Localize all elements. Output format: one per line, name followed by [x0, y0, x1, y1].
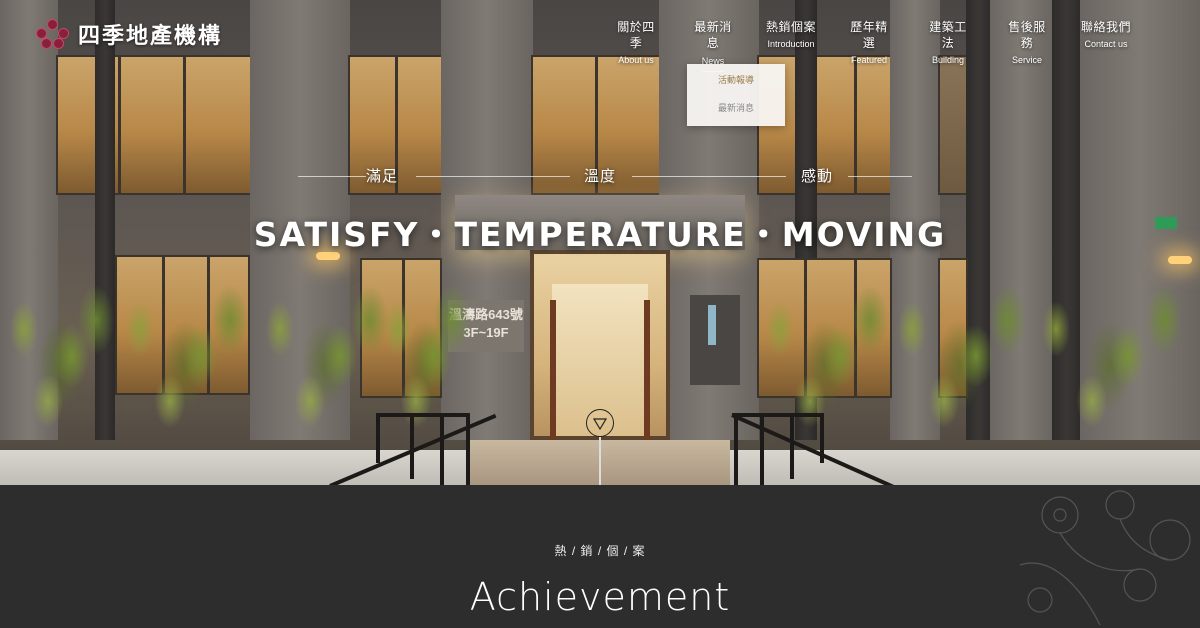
achievement-section: 熱 / 銷 / 個 / 案 Achievement	[0, 485, 1200, 628]
nav-item-sublabel: Service	[1011, 55, 1042, 65]
nav-item-label: 關於四季	[617, 20, 655, 50]
hero-headline: SATISFY・TEMPERATURE・MOVING	[253, 215, 947, 254]
railing-post	[466, 413, 470, 485]
news-dropdown-menu: 活動報導 最新消息	[687, 64, 785, 126]
railing-post	[410, 413, 414, 479]
nav-item-sublabel: Building	[931, 55, 965, 65]
tagline-temperature: 溫度	[583, 168, 616, 185]
tagline-divider	[632, 176, 786, 177]
tagline-divider	[848, 176, 912, 177]
nav-item-contact[interactable]: 聯絡我們 Contact us	[1080, 19, 1132, 51]
dropdown-item-events[interactable]: 活動報導	[687, 66, 785, 94]
nav-item-sublabel: Contact us	[1084, 39, 1128, 49]
tagline-divider	[416, 176, 570, 177]
nav-item-introduction[interactable]: 熱銷個案 Introduction	[764, 19, 818, 51]
bamboo-planting	[380, 275, 470, 455]
railing-post	[790, 413, 794, 479]
nav-item-building[interactable]: 建築工法 Building	[924, 19, 972, 67]
wall-lamp	[1168, 256, 1192, 264]
tagline-satisfy: 滿足	[365, 168, 398, 185]
nav-item-label: 歷年精選	[850, 20, 888, 50]
nav-item-label: 建築工法	[929, 20, 967, 50]
nav-item-about[interactable]: 關於四季 About us	[612, 19, 660, 67]
facade-window	[938, 55, 968, 195]
nav-item-service[interactable]: 售後服務 Service	[1003, 19, 1051, 67]
main-nav: 關於四季 About us 最新消息 News 熱銷個案 Introductio…	[0, 19, 1200, 72]
ramp-railing	[376, 413, 468, 417]
railing-post	[376, 413, 380, 463]
railing-post	[760, 413, 764, 485]
railing-post	[734, 413, 738, 485]
triangle-down-icon	[593, 418, 607, 431]
scroll-down-button[interactable]	[586, 409, 614, 437]
railing-post	[820, 413, 824, 463]
building-sign	[690, 295, 740, 385]
dropdown-item-latest-news[interactable]: 最新消息	[687, 94, 785, 122]
railing-post	[440, 413, 444, 485]
nav-item-featured[interactable]: 歷年精選 Featured	[845, 19, 893, 67]
tagline-moving: 感動	[800, 168, 833, 185]
nav-item-sublabel: About us	[618, 55, 654, 65]
section-subtitle: 熱 / 銷 / 個 / 案	[554, 544, 646, 558]
ramp-railing	[732, 413, 822, 417]
facade-window	[56, 55, 252, 195]
door-pole	[550, 300, 556, 440]
bamboo-planting	[110, 275, 260, 455]
nav-item-label: 聯絡我們	[1080, 20, 1131, 34]
nav-item-sublabel: Introduction	[767, 39, 815, 49]
door-pole	[644, 300, 650, 440]
bamboo-planting	[0, 275, 120, 455]
nav-item-label: 熱銷個案	[765, 20, 816, 34]
nav-item-sublabel: Featured	[850, 55, 888, 65]
section-title: Achievement	[469, 575, 731, 619]
bamboo-planting	[880, 275, 1040, 455]
nav-item-label: 最新消息	[694, 20, 732, 50]
bamboo-planting	[750, 275, 900, 455]
nav-item-label: 售後服務	[1008, 20, 1046, 50]
bamboo-planting	[1020, 275, 1200, 455]
